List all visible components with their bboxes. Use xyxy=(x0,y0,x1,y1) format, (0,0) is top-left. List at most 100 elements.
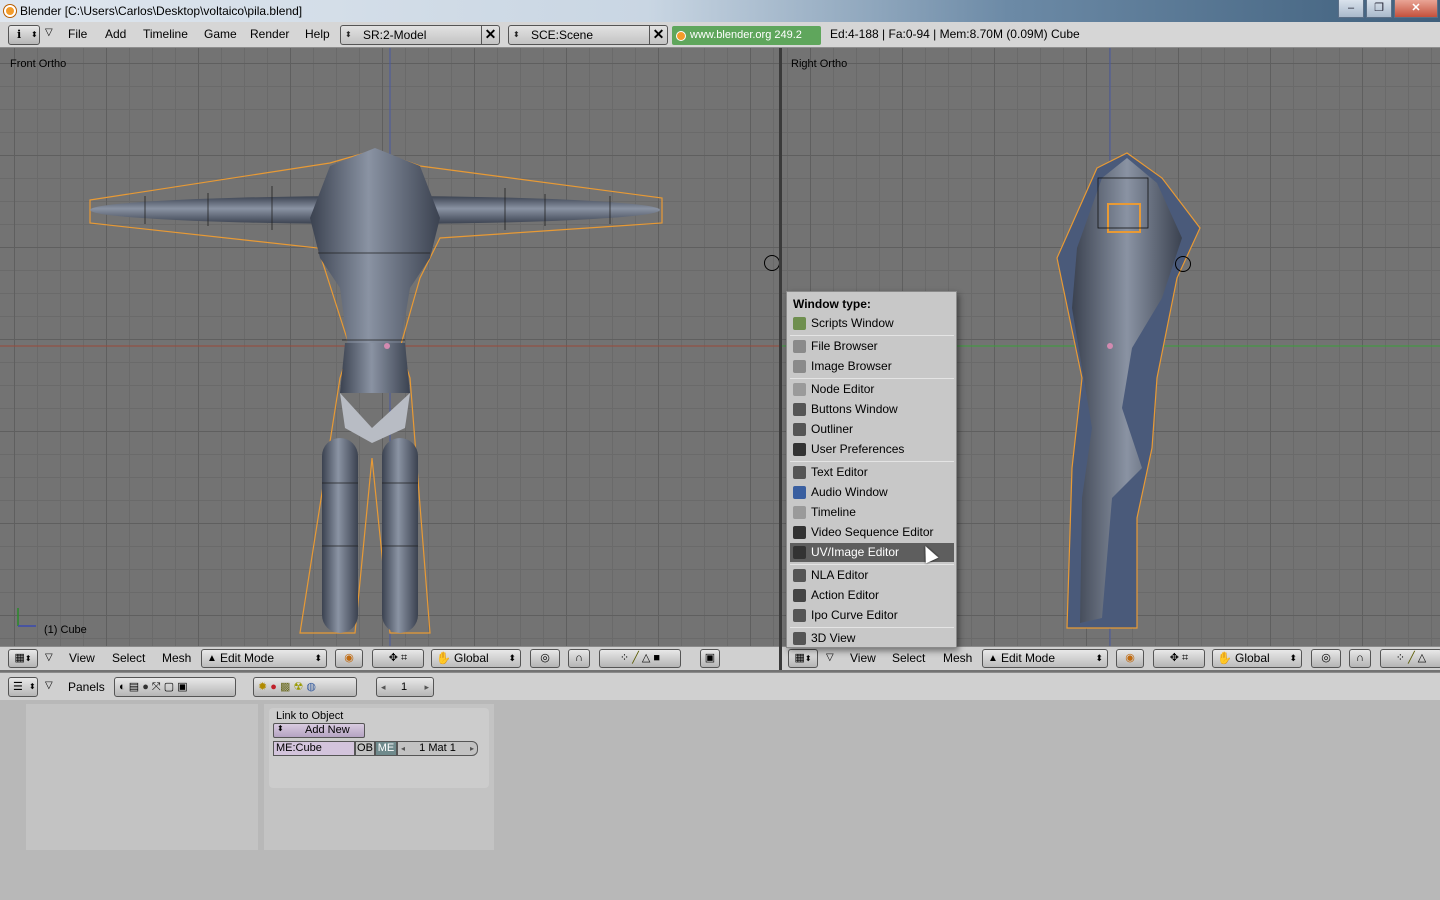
menu-file[interactable]: File xyxy=(68,27,87,41)
snap-button[interactable]: ∩ xyxy=(568,649,590,668)
me-toggle[interactable]: ME xyxy=(375,741,397,756)
menu-item-scripts[interactable]: Scripts Window xyxy=(790,314,954,333)
menu-view[interactable]: View xyxy=(850,651,876,665)
3d-cursor-icon[interactable] xyxy=(1175,256,1191,272)
increment-arrow-icon[interactable]: ▸ xyxy=(424,678,429,696)
3d-cursor-icon[interactable] xyxy=(764,255,779,271)
menu-item-ipo-curve[interactable]: Ipo Curve Editor xyxy=(790,606,954,625)
updown-icon: ⬍ xyxy=(804,654,812,663)
collapse-menu-icon[interactable]: ▽ xyxy=(45,652,53,663)
menu-timeline[interactable]: Timeline xyxy=(143,27,188,41)
audio-window-icon xyxy=(793,486,806,499)
video-sequence-icon xyxy=(793,526,806,539)
increment-arrow-icon[interactable]: ▸ xyxy=(470,742,474,755)
mesh-name-field[interactable]: ME:Cube xyxy=(273,741,355,756)
buttons-window-icon: ☰ xyxy=(13,681,23,693)
menu-item-node-editor[interactable]: Node Editor xyxy=(790,380,954,399)
menu-item-audio-window[interactable]: Audio Window xyxy=(790,483,954,502)
window-type-button[interactable]: ▦⬍ xyxy=(788,649,818,668)
render-preview-button[interactable]: ▣ xyxy=(700,649,720,668)
editing-icon: ▢ xyxy=(163,681,175,693)
menu-game[interactable]: Game xyxy=(204,27,237,41)
hand-icon: ✋ xyxy=(436,651,451,665)
info-window-type-button[interactable]: i ⬍ xyxy=(8,25,40,45)
select-mode-buttons[interactable]: ⁘ ╱ △ ■ xyxy=(599,649,681,668)
orientation-selector[interactable]: ✋ Global ⬍ xyxy=(1212,649,1302,668)
window-type-popup: Window type: Scripts Window File Browser I… xyxy=(786,291,957,648)
proportional-icon: ◎ xyxy=(540,652,550,664)
menu-item-file-browser[interactable]: File Browser xyxy=(790,337,954,356)
draw-type-button[interactable]: ◉ xyxy=(335,649,363,668)
material-index-label: 1 Mat 1 xyxy=(419,742,456,754)
delete-screen-icon[interactable]: ✕ xyxy=(481,25,499,45)
menu-separator xyxy=(790,378,954,379)
menu-item-action-editor[interactable]: Action Editor xyxy=(790,586,954,605)
menu-render[interactable]: Render xyxy=(250,27,289,41)
menu-item-nla-editor[interactable]: NLA Editor xyxy=(790,566,954,585)
context-buttons[interactable]: ◐ ▤ ● ⤧ ▢ ▣ xyxy=(114,677,236,697)
proportional-edit-button[interactable]: ◎ xyxy=(1311,649,1341,668)
delete-scene-icon[interactable]: ✕ xyxy=(649,25,667,45)
material-index-field[interactable]: ◂ 1 Mat 1 ▸ xyxy=(397,741,478,756)
maximize-button[interactable]: ❐ xyxy=(1366,0,1392,18)
scene-icon: ▣ xyxy=(177,681,188,693)
pivot-button[interactable]: ✥ ⌗ xyxy=(372,649,424,668)
mode-selector[interactable]: ▲ Edit Mode ⬍ xyxy=(982,649,1108,668)
front-ortho-viewport[interactable]: Front Ortho (1) Cube xyxy=(0,48,779,646)
collapse-menu-icon[interactable]: ▽ xyxy=(45,680,53,691)
pivot-button[interactable]: ✥ ⌗ xyxy=(1153,649,1205,668)
minimize-button[interactable]: – xyxy=(1338,0,1364,18)
menu-item-3d-view[interactable]: 3D View xyxy=(790,629,954,648)
orientation-selector[interactable]: ✋ Global ⬍ xyxy=(431,649,521,668)
frame-number-field[interactable]: ◂ 1 ▸ xyxy=(376,677,434,697)
close-button[interactable]: ✕ xyxy=(1394,0,1438,18)
window-title: Blender [C:\Users\Carlos\Desktop\voltaic… xyxy=(20,4,303,18)
snap-button[interactable]: ∩ xyxy=(1349,649,1371,668)
ob-toggle[interactable]: OB xyxy=(355,741,375,756)
menu-item-outliner[interactable]: Outliner xyxy=(790,420,954,439)
collapse-menu-icon[interactable]: ▽ xyxy=(826,652,834,663)
mode-selector[interactable]: ▲ Edit Mode ⬍ xyxy=(201,649,327,668)
shading-sphere-icon: ● xyxy=(142,681,149,693)
menu-select[interactable]: Select xyxy=(892,651,925,665)
menu-item-image-browser[interactable]: Image Browser xyxy=(790,357,954,376)
window-type-button[interactable]: ☰ ⬍ xyxy=(8,677,38,697)
screen-selector[interactable]: ⬍ SR:2-Model ✕ xyxy=(340,25,500,45)
menu-item-video-sequence[interactable]: Video Sequence Editor xyxy=(790,523,954,542)
shading-context-buttons[interactable]: ✹ ● ▩ ☢ ◍ xyxy=(253,677,357,697)
menu-view[interactable]: View xyxy=(69,651,95,665)
panels-menu[interactable]: Panels xyxy=(68,680,105,694)
menu-item-buttons-window[interactable]: Buttons Window xyxy=(790,400,954,419)
menu-select[interactable]: Select xyxy=(112,651,145,665)
proportional-edit-button[interactable]: ◎ xyxy=(530,649,560,668)
scripts-icon xyxy=(793,317,806,330)
add-new-button[interactable]: ⬍ Add New xyxy=(273,723,365,738)
scene-selector[interactable]: ⬍ SCE:Scene ✕ xyxy=(508,25,668,45)
menu-item-user-preferences[interactable]: User Preferences xyxy=(790,440,954,459)
menu-item-label: NLA Editor xyxy=(811,568,869,582)
buttons-window-header: ☰ ⬍ ▽ Panels ◐ ▤ ● ⤧ ▢ ▣ ✹ ● ▩ ☢ ◍ ◂ 1 ▸ xyxy=(0,672,1440,700)
updown-icon: ⬍ xyxy=(314,653,322,663)
object-icon: ⤧ xyxy=(151,681,161,693)
menu-item-timeline[interactable]: Timeline xyxy=(790,503,954,522)
menu-item-text-editor[interactable]: Text Editor xyxy=(790,463,954,482)
blender-url-link[interactable]: www.blender.org 249.2 xyxy=(672,26,821,45)
decrement-arrow-icon[interactable]: ◂ xyxy=(401,742,405,755)
menu-mesh[interactable]: Mesh xyxy=(162,651,191,665)
menu-help[interactable]: Help xyxy=(305,27,330,41)
link-to-object-panel: Link to Object ⬍ Add New ME:Cube OB ME ◂… xyxy=(269,708,489,788)
menu-add[interactable]: Add xyxy=(105,27,126,41)
draw-type-button[interactable]: ◉ xyxy=(1116,649,1144,668)
vertex-select-icon: ⁘ xyxy=(619,652,630,664)
updown-icon: ⬍ xyxy=(29,682,36,691)
menu-mesh[interactable]: Mesh xyxy=(943,651,972,665)
select-mode-buttons[interactable]: ⁘ ╱ △ xyxy=(1380,649,1440,668)
timeline-icon xyxy=(793,506,806,519)
collapse-menu-icon[interactable]: ▽ xyxy=(45,27,53,38)
front-figure xyxy=(89,148,663,634)
menu-item-label: 3D View xyxy=(811,631,856,645)
shading-icon: ◉ xyxy=(344,652,354,664)
decrement-arrow-icon[interactable]: ◂ xyxy=(381,678,386,696)
menu-item-label: Action Editor xyxy=(811,588,880,602)
window-type-button[interactable]: ▦⬍ xyxy=(8,649,38,668)
